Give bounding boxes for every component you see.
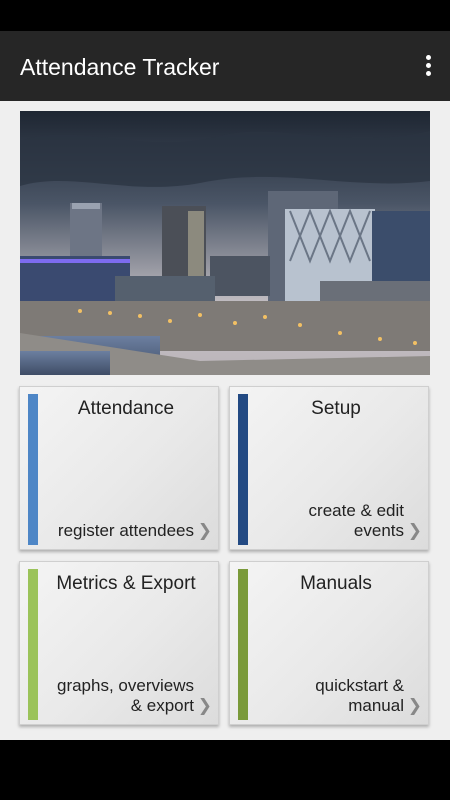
metrics-subtitle: graphs, overviews & export [56, 676, 194, 715]
chevron-right-icon: ❯ [197, 521, 212, 540]
manuals-accent-bar [238, 569, 248, 720]
chevron-right-icon: ❯ [197, 696, 212, 715]
attendance-subtitle: register attendees [57, 521, 194, 540]
app-bar: Attendance Tracker [0, 31, 450, 101]
overflow-menu-icon[interactable] [420, 53, 436, 79]
metrics-export-tile[interactable]: Metrics & Export graphs, overviews & exp… [19, 561, 219, 725]
attendance-accent-bar [28, 394, 38, 545]
manuals-title: Manuals [300, 573, 372, 594]
chevron-right-icon: ❯ [407, 696, 422, 715]
navigation-bar [0, 740, 450, 800]
chevron-right-icon: ❯ [407, 521, 422, 540]
attendance-tile[interactable]: Attendance register attendees ❯ [19, 386, 219, 550]
metrics-title: Metrics & Export [56, 573, 196, 594]
main-content: Attendance register attendees ❯ Setup cr… [0, 101, 450, 740]
setup-subtitle: create & edit events [308, 501, 404, 540]
hero-image [20, 111, 430, 375]
city-skyline-photo [20, 111, 430, 375]
manuals-subtitle: quickstart & manual [315, 676, 404, 715]
setup-accent-bar [238, 394, 248, 545]
attendance-title: Attendance [77, 398, 175, 419]
metrics-accent-bar [28, 569, 38, 720]
setup-tile[interactable]: Setup create & edit events ❯ [229, 386, 429, 550]
manuals-tile[interactable]: Manuals quickstart & manual ❯ [229, 561, 429, 725]
setup-title: Setup [311, 398, 361, 419]
status-bar [0, 0, 450, 31]
app-title: Attendance Tracker [20, 54, 220, 80]
